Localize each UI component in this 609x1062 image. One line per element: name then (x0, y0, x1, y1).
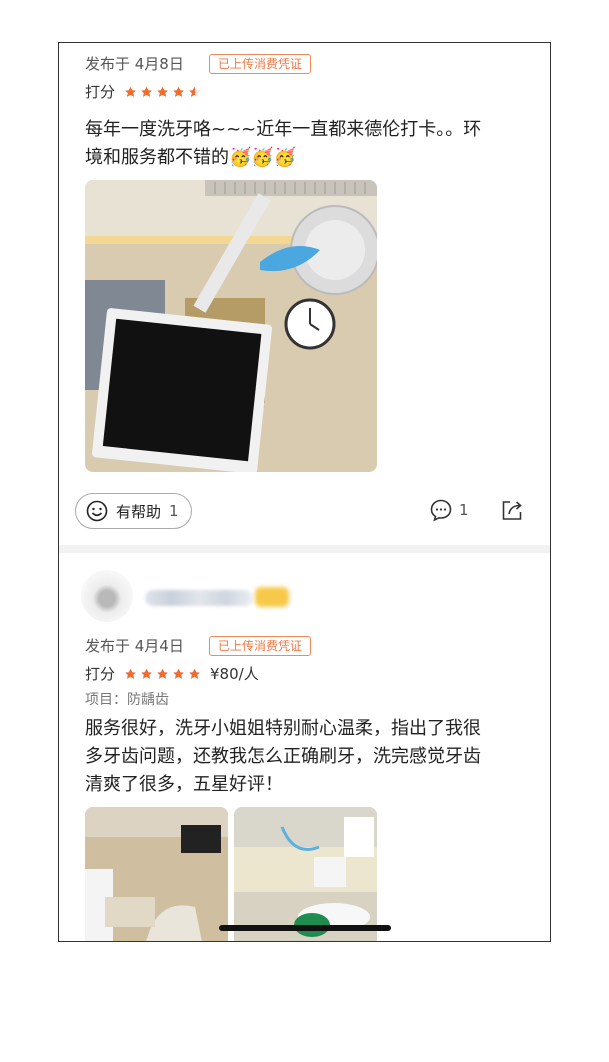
star-icon (155, 84, 171, 99)
username-blurred[interactable] (145, 590, 253, 606)
rating-row: 打分 ¥80/人 (85, 663, 259, 684)
review-text: 服务很好，洗牙小姐姐特别耐心温柔，指出了我很 多牙齿问题，还教我怎么正确刷牙，洗… (85, 715, 525, 799)
comment-button[interactable]: 1 (429, 498, 469, 522)
level-badge (255, 587, 289, 607)
review-feed: 发布于 4月8日 已上传消费凭证 打分 每年一度洗牙咯~~~近年一直都来德伦打卡… (58, 42, 551, 942)
share-icon (502, 501, 522, 520)
section-divider (59, 545, 550, 553)
review-text-line: 多牙齿问题，还教我怎么正确刷牙，洗完感觉牙齿 (85, 746, 481, 767)
review-text: 每年一度洗牙咯~~~近年一直都来德伦打卡。。环 境和服务都不错的🥳🥳🥳 (85, 116, 525, 172)
star-icon (139, 84, 155, 99)
review-photo[interactable] (85, 807, 228, 941)
review-text-line: 清爽了很多，五星好评！ (85, 774, 283, 795)
comment-icon (430, 499, 452, 522)
review-date: 发布于 4月8日 (85, 55, 184, 73)
review-date: 发布于 4月4日 (85, 637, 184, 655)
review-photo[interactable] (234, 807, 377, 941)
comment-count: 1 (459, 501, 469, 519)
star-icon (123, 84, 139, 99)
review-text-line: 境和服务都不错的🥳🥳🥳 (85, 147, 297, 168)
star-icon (171, 666, 187, 681)
voucher-badge: 已上传消费凭证 (209, 54, 312, 74)
review-text-line: 服务很好，洗牙小姐姐特别耐心温柔，指出了我很 (85, 718, 481, 739)
review-photo[interactable] (85, 180, 377, 472)
star-icon (139, 666, 155, 681)
helpful-button[interactable]: 有帮助 1 (75, 493, 192, 529)
star-icon (123, 666, 139, 681)
helpful-count: 1 (169, 502, 179, 520)
avatar[interactable] (81, 570, 133, 622)
smile-icon (86, 500, 108, 522)
star-icon (155, 666, 171, 681)
project-label: 项目：防龋齿 (85, 692, 169, 708)
star-rating (123, 666, 203, 681)
half-star-icon (187, 84, 203, 99)
home-indicator[interactable] (219, 925, 391, 931)
review-text-line: 每年一度洗牙咯~~~近年一直都来德伦打卡。。环 (85, 119, 482, 140)
star-icon (171, 84, 187, 99)
star-rating (123, 84, 203, 99)
rating-row: 打分 (85, 81, 203, 102)
helpful-label: 有帮助 (116, 502, 162, 521)
price-per-person: ¥80/人 (210, 665, 259, 683)
rating-label: 打分 (85, 665, 116, 683)
star-icon (187, 666, 203, 681)
voucher-badge: 已上传消费凭证 (209, 636, 312, 656)
share-button[interactable] (500, 498, 524, 526)
rating-label: 打分 (85, 83, 116, 101)
